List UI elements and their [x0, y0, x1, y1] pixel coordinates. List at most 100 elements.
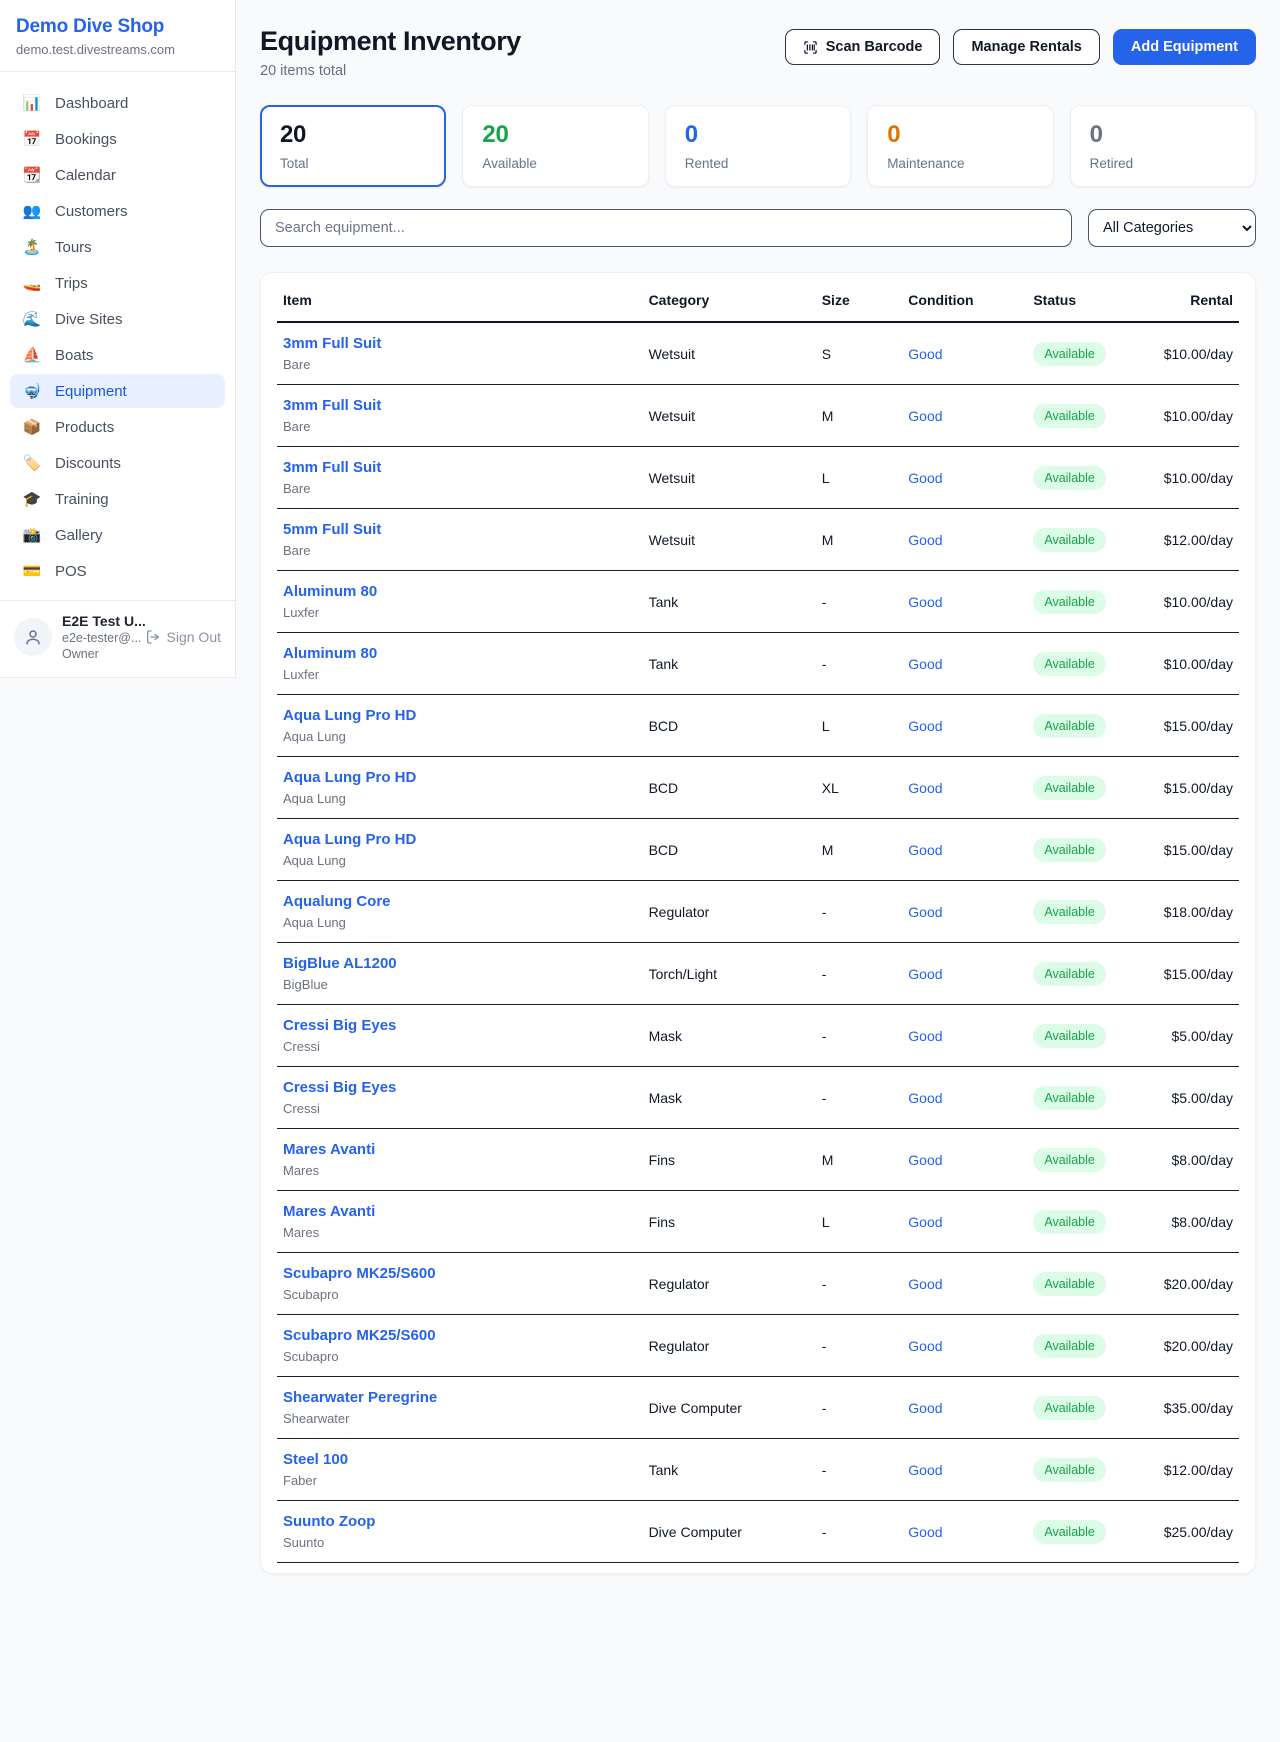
table-row: Mares Avanti Mares Fins L Good Available… — [277, 1191, 1239, 1253]
category-cell: Tank — [643, 633, 816, 695]
status-cell: Available — [1027, 322, 1152, 385]
sidebar-item-gallery[interactable]: 📸 Gallery — [10, 518, 225, 552]
nav-item-label: Boats — [55, 347, 93, 364]
dive-sites-wave-icon: 🌊 — [22, 310, 42, 328]
item-name-link[interactable]: 5mm Full Suit — [283, 521, 637, 538]
filter-row: All Categories — [260, 209, 1256, 247]
add-equipment-button[interactable]: Add Equipment — [1113, 29, 1256, 65]
item-name-link[interactable]: Scubapro MK25/S600 — [283, 1265, 637, 1282]
scan-barcode-button[interactable]: Scan Barcode — [785, 29, 941, 65]
column-header-status: Status — [1027, 279, 1152, 322]
status-cell: Available — [1027, 447, 1152, 509]
item-brand: Bare — [283, 419, 637, 434]
sidebar-item-dashboard[interactable]: 📊 Dashboard — [10, 86, 225, 120]
condition-cell: Good — [902, 1067, 1027, 1129]
item-name-link[interactable]: Aqua Lung Pro HD — [283, 769, 637, 786]
stat-card[interactable]: 0 Rented — [665, 105, 851, 187]
search-input[interactable] — [260, 209, 1072, 247]
item-cell: Aluminum 80 Luxfer — [277, 571, 643, 633]
item-brand: Suunto — [283, 1535, 637, 1550]
table-row: Aqua Lung Pro HD Aqua Lung BCD M Good Av… — [277, 819, 1239, 881]
sidebar-item-pos[interactable]: 💳 POS — [10, 554, 225, 588]
main-content: Equipment Inventory 20 items total Scan … — [236, 0, 1280, 1614]
size-cell: L — [816, 1191, 903, 1253]
sidebar-item-customers[interactable]: 👥 Customers — [10, 194, 225, 228]
sidebar-item-tours[interactable]: 🏝️ Tours — [10, 230, 225, 264]
barcode-scan-icon — [803, 40, 818, 55]
table-row: Aluminum 80 Luxfer Tank - Good Available… — [277, 633, 1239, 695]
stat-card[interactable]: 0 Maintenance — [867, 105, 1053, 187]
item-name-link[interactable]: Cressi Big Eyes — [283, 1017, 637, 1034]
page-header-titles: Equipment Inventory 20 items total — [260, 26, 521, 79]
rental-cell: $12.00/day — [1152, 1439, 1239, 1501]
brand-block: Demo Dive Shop demo.test.divestreams.com — [0, 0, 235, 71]
item-name-link[interactable]: 3mm Full Suit — [283, 335, 637, 352]
item-name-link[interactable]: 3mm Full Suit — [283, 397, 637, 414]
rental-cell: $5.00/day — [1152, 1067, 1239, 1129]
sidebar-item-equipment[interactable]: 🤿 Equipment — [10, 374, 225, 408]
item-name-link[interactable]: Steel 100 — [283, 1451, 637, 1468]
item-name-link[interactable]: Aluminum 80 — [283, 583, 637, 600]
condition-cell: Good — [902, 447, 1027, 509]
sidebar-item-discounts[interactable]: 🏷️ Discounts — [10, 446, 225, 480]
table-row: 3mm Full Suit Bare Wetsuit S Good Availa… — [277, 322, 1239, 385]
stat-card[interactable]: 0 Retired — [1070, 105, 1256, 187]
sidebar-item-dive-sites[interactable]: 🌊 Dive Sites — [10, 302, 225, 336]
equipment-table: Item Category Size Condition Status Rent… — [277, 279, 1239, 1563]
stat-label: Total — [280, 156, 426, 171]
stat-label: Maintenance — [887, 156, 1033, 171]
sidebar-item-training[interactable]: 🎓 Training — [10, 482, 225, 516]
item-name-link[interactable]: BigBlue AL1200 — [283, 955, 637, 972]
rental-cell: $25.00/day — [1152, 1501, 1239, 1563]
item-name-link[interactable]: 3mm Full Suit — [283, 459, 637, 476]
condition-cell: Good — [902, 757, 1027, 819]
rental-cell: $15.00/day — [1152, 943, 1239, 1005]
rental-cell: $15.00/day — [1152, 757, 1239, 819]
category-select[interactable]: All Categories — [1088, 209, 1256, 247]
category-cell: Fins — [643, 1129, 816, 1191]
rental-cell: $12.00/day — [1152, 509, 1239, 571]
stat-card[interactable]: 20 Available — [462, 105, 648, 187]
nav-item-label: POS — [55, 563, 87, 580]
item-name-link[interactable]: Aqua Lung Pro HD — [283, 831, 637, 848]
item-name-link[interactable]: Mares Avanti — [283, 1141, 637, 1158]
table-row: Aqualung Core Aqua Lung Regulator - Good… — [277, 881, 1239, 943]
column-header-category: Category — [643, 279, 816, 322]
item-name-link[interactable]: Suunto Zoop — [283, 1513, 637, 1530]
item-name-link[interactable]: Aluminum 80 — [283, 645, 637, 662]
item-cell: Aqua Lung Pro HD Aqua Lung — [277, 757, 643, 819]
nav-item-label: Trips — [55, 275, 88, 292]
sidebar-item-trips[interactable]: 🚤 Trips — [10, 266, 225, 300]
item-cell: 5mm Full Suit Bare — [277, 509, 643, 571]
user-email: e2e-tester@... — [62, 631, 135, 645]
item-cell: Aqua Lung Pro HD Aqua Lung — [277, 819, 643, 881]
item-name-link[interactable]: Aqua Lung Pro HD — [283, 707, 637, 724]
sidebar-item-calendar[interactable]: 📆 Calendar — [10, 158, 225, 192]
stat-card[interactable]: 20 Total — [260, 105, 446, 187]
item-cell: Aqualung Core Aqua Lung — [277, 881, 643, 943]
item-name-link[interactable]: Mares Avanti — [283, 1203, 637, 1220]
status-cell: Available — [1027, 1501, 1152, 1563]
size-cell: - — [816, 943, 903, 1005]
item-brand: Bare — [283, 481, 637, 496]
sidebar-item-products[interactable]: 📦 Products — [10, 410, 225, 444]
sidebar-item-bookings[interactable]: 📅 Bookings — [10, 122, 225, 156]
sign-out-button[interactable]: Sign Out — [145, 629, 221, 645]
column-header-item: Item — [277, 279, 643, 322]
sidebar-item-boats[interactable]: ⛵ Boats — [10, 338, 225, 372]
scan-barcode-label: Scan Barcode — [826, 39, 923, 55]
item-name-link[interactable]: Aqualung Core — [283, 893, 637, 910]
item-name-link[interactable]: Shearwater Peregrine — [283, 1389, 637, 1406]
rental-cell: $20.00/day — [1152, 1315, 1239, 1377]
stat-label: Rented — [685, 156, 831, 171]
category-cell: Wetsuit — [643, 385, 816, 447]
item-brand: Luxfer — [283, 667, 637, 682]
item-name-link[interactable]: Cressi Big Eyes — [283, 1079, 637, 1096]
status-badge: Available — [1033, 1396, 1106, 1420]
category-cell: Regulator — [643, 1253, 816, 1315]
status-cell: Available — [1027, 757, 1152, 819]
item-cell: Mares Avanti Mares — [277, 1191, 643, 1253]
category-cell: BCD — [643, 819, 816, 881]
item-name-link[interactable]: Scubapro MK25/S600 — [283, 1327, 637, 1344]
manage-rentals-button[interactable]: Manage Rentals — [953, 29, 1099, 65]
